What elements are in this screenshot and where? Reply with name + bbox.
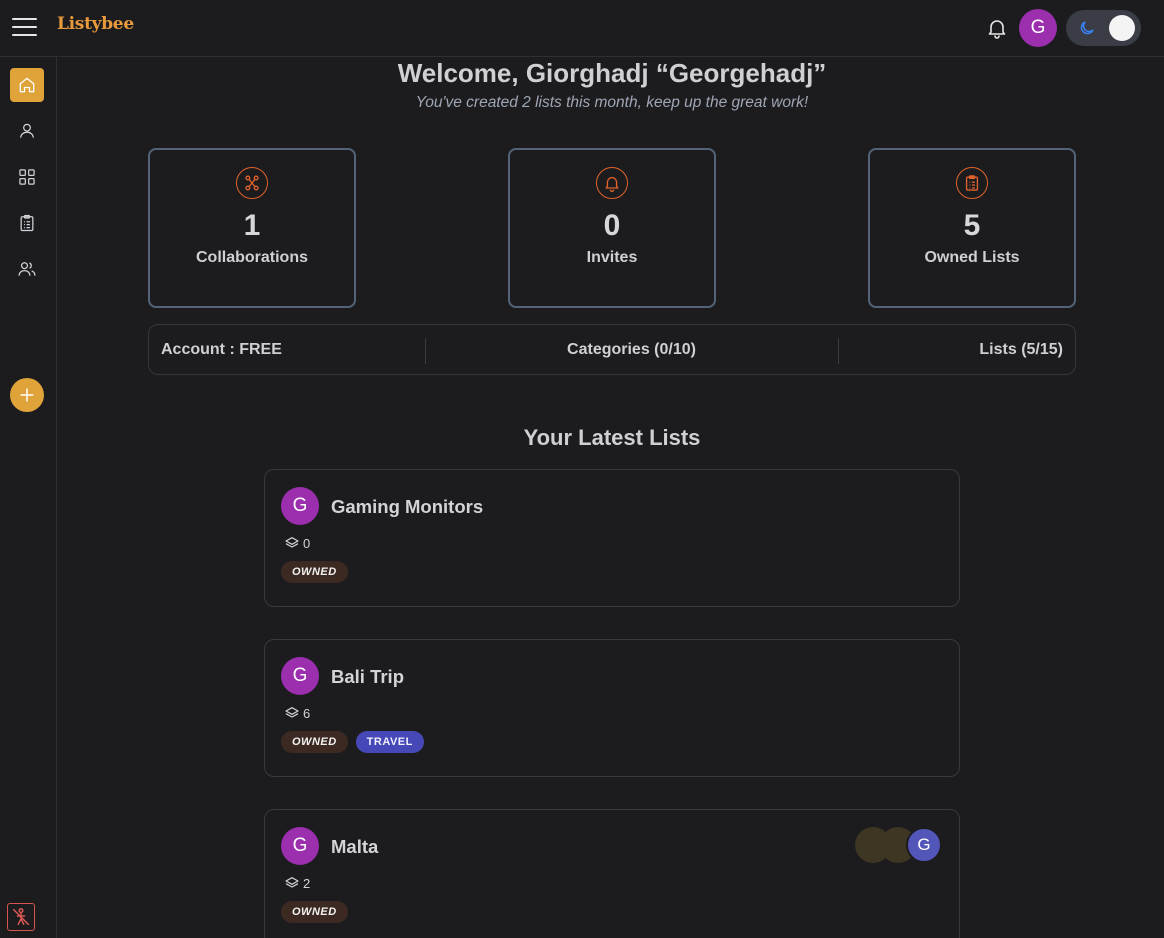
stat-value: 0 bbox=[603, 209, 621, 242]
stat-card-collaborations[interactable]: 1 Collaborations bbox=[148, 148, 356, 308]
stat-value: 5 bbox=[963, 209, 981, 242]
home-icon bbox=[19, 77, 35, 93]
list-card[interactable]: G Malta G 2 OWNED bbox=[264, 809, 960, 938]
notifications-bell-icon[interactable] bbox=[985, 16, 1009, 40]
sidebar-item-dashboard[interactable] bbox=[10, 160, 44, 194]
sidebar-item-collaborators[interactable] bbox=[10, 252, 44, 286]
accessibility-off-icon[interactable] bbox=[7, 903, 35, 931]
tag-category[interactable]: TRAVEL bbox=[355, 731, 424, 753]
stat-label: Invites bbox=[586, 249, 638, 266]
list-title[interactable]: Malta bbox=[331, 836, 378, 858]
item-count-value: 0 bbox=[303, 535, 311, 551]
stat-card-owned-lists[interactable]: 5 Owned Lists bbox=[868, 148, 1076, 308]
toggle-knob bbox=[1109, 15, 1135, 41]
tag-row: OWNED bbox=[281, 901, 348, 923]
layers-icon bbox=[285, 537, 299, 548]
categories-usage: Categories (0/10) bbox=[567, 341, 696, 358]
sidebar bbox=[0, 57, 57, 938]
user-icon bbox=[20, 123, 34, 138]
account-plan: Account : FREE bbox=[161, 341, 282, 358]
owner-avatar: G bbox=[281, 827, 319, 865]
tag-owned: OWNED bbox=[281, 731, 348, 753]
list-title[interactable]: Gaming Monitors bbox=[331, 496, 483, 518]
layers-icon bbox=[285, 707, 299, 718]
account-info-bar: Account : FREE Categories (0/10) Lists (… bbox=[148, 324, 1076, 375]
top-bar: Listybee G bbox=[0, 0, 1164, 57]
item-count-value: 2 bbox=[303, 875, 311, 891]
sidebar-item-lists[interactable] bbox=[10, 206, 44, 240]
stat-label: Collaborations bbox=[195, 249, 308, 266]
add-list-button[interactable] bbox=[10, 378, 44, 412]
list-title[interactable]: Bali Trip bbox=[331, 666, 404, 688]
list-card[interactable]: G Gaming Monitors 0 OWNED bbox=[264, 469, 960, 607]
moon-icon bbox=[1078, 19, 1096, 37]
tag-row: OWNED bbox=[281, 561, 348, 583]
collaborator-avatar: G bbox=[906, 827, 942, 863]
grid-icon bbox=[19, 169, 35, 185]
welcome-subtitle: You've created 2 lists this month, keep … bbox=[415, 94, 809, 111]
stat-value: 1 bbox=[243, 209, 261, 242]
page-title: Welcome, Giorghadj “Georgehadj” bbox=[397, 58, 827, 88]
clipboard-icon bbox=[20, 214, 34, 232]
owner-avatar: G bbox=[281, 657, 319, 695]
lists-usage: Lists (5/15) bbox=[979, 341, 1063, 358]
users-icon bbox=[18, 262, 36, 276]
sidebar-item-home[interactable] bbox=[10, 68, 44, 102]
latest-lists-title: Your Latest Lists bbox=[523, 425, 701, 450]
bell-icon bbox=[596, 167, 628, 199]
stat-card-invites[interactable]: 0 Invites bbox=[508, 148, 716, 308]
tag-owned: OWNED bbox=[281, 561, 348, 583]
item-count-value: 6 bbox=[303, 705, 311, 721]
tag-row: OWNED TRAVEL bbox=[281, 731, 424, 753]
collaboration-icon bbox=[236, 167, 268, 199]
app-logo[interactable]: Listybee bbox=[57, 14, 134, 34]
theme-toggle[interactable] bbox=[1066, 10, 1141, 46]
sidebar-item-profile[interactable] bbox=[10, 114, 44, 148]
item-count: 6 bbox=[284, 705, 310, 721]
divider bbox=[838, 338, 839, 364]
layers-icon bbox=[285, 877, 299, 888]
list-card[interactable]: G Bali Trip 6 OWNED TRAVEL bbox=[264, 639, 960, 777]
plus-icon bbox=[20, 388, 34, 402]
item-count: 2 bbox=[284, 875, 310, 891]
menu-icon[interactable] bbox=[12, 18, 37, 37]
clipboard-icon bbox=[956, 167, 988, 199]
user-avatar[interactable]: G bbox=[1019, 9, 1057, 47]
tag-owned: OWNED bbox=[281, 901, 348, 923]
stat-label: Owned Lists bbox=[924, 249, 1020, 266]
owner-avatar: G bbox=[281, 487, 319, 525]
item-count: 0 bbox=[284, 535, 310, 551]
